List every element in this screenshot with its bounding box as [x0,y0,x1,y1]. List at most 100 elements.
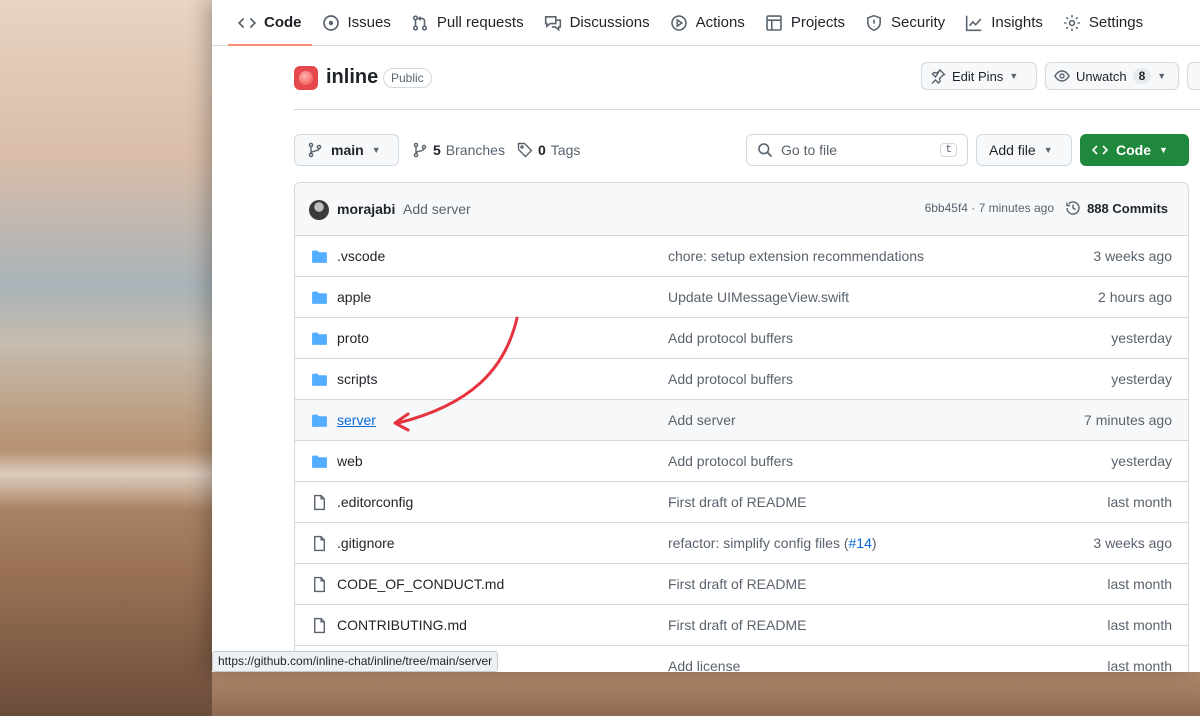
tab-label: Insights [991,14,1043,31]
table-icon [765,14,783,32]
tags-count: 0 [538,142,546,158]
file-name[interactable]: .editorconfig [337,494,413,510]
folder-icon [311,371,328,388]
file-name[interactable]: CODE_OF_CONDUCT.md [337,576,504,592]
go-to-file-input[interactable]: Go to file t [746,134,968,166]
table-row[interactable]: .editorconfig First draft of README last… [295,482,1188,523]
chevron-down-icon: ▼ [1159,145,1168,155]
branches-label: Branches [445,142,505,158]
pull-request-icon [411,14,429,32]
tab-insights[interactable]: Insights [955,0,1053,45]
tab-security[interactable]: Security [855,0,955,45]
commit-message[interactable]: Add server [668,412,736,428]
branch-icon [307,142,323,158]
fork-button-partial[interactable] [1187,62,1200,90]
tab-actions[interactable]: Actions [660,0,755,45]
commit-date: yesterday [1111,330,1172,346]
file-name[interactable]: CONTRIBUTING.md [337,617,467,633]
issue-icon [322,14,340,32]
commit-message-prefix: refactor: simplify config files ( [668,535,849,551]
discussion-icon [544,14,562,32]
tab-label: Security [891,14,946,31]
file-name[interactable]: .vscode [337,248,385,264]
repo-header: inline Public Edit Pins ▼ Unwatch 8 ▼ [294,62,1200,110]
file-icon [311,494,328,511]
branches-link[interactable]: 5 Branches [412,134,505,166]
tab-label: Projects [790,14,845,31]
tab-issues[interactable]: Issues [312,0,401,45]
commit-message[interactable]: Add protocol buffers [668,453,793,469]
table-row-hovered[interactable]: server Add server 7 minutes ago [295,400,1188,441]
unwatch-button[interactable]: Unwatch 8 ▼ [1045,62,1179,90]
tab-discussions[interactable]: Discussions [534,0,660,45]
commit-message[interactable]: refactor: simplify config files (#14) [668,535,877,551]
commit-message[interactable]: First draft of README [668,494,806,510]
folder-icon [311,412,328,429]
commit-message[interactable]: Add protocol buffers [668,330,793,346]
tab-code[interactable]: Code [228,0,312,46]
edit-pins-button[interactable]: Edit Pins ▼ [921,62,1037,90]
table-row[interactable]: web Add protocol buffers yesterday [295,441,1188,482]
file-icon [311,576,328,593]
file-icon [311,617,328,634]
commit-date: last month [1107,494,1172,510]
tab-label: Actions [695,14,745,31]
tab-pull-requests[interactable]: Pull requests [401,0,534,45]
commit-author[interactable]: morajabi [337,201,395,217]
branch-select[interactable]: main ▼ [294,134,399,166]
file-table: morajabi Add server 6bb45f4 · 7 minutes … [294,182,1189,672]
commit-date: last month [1107,617,1172,633]
tags-link[interactable]: 0 Tags [517,134,580,166]
commit-sha-time[interactable]: 6bb45f4 · 7 minutes ago [925,201,1054,215]
repo-avatar[interactable] [294,66,318,90]
folder-icon [311,248,328,265]
repo-name[interactable]: inline [326,66,378,89]
table-row[interactable]: proto Add protocol buffers yesterday [295,318,1188,359]
file-name[interactable]: web [337,453,363,469]
tab-projects[interactable]: Projects [755,0,855,45]
commit-message[interactable]: Add license [668,658,740,672]
folder-icon [311,453,328,470]
code-icon [238,14,256,32]
tag-icon [517,142,533,158]
search-icon [757,142,773,158]
unwatch-label: Unwatch [1076,68,1127,84]
commit-message[interactable]: Add protocol buffers [668,371,793,387]
commit-date: 3 weeks ago [1093,248,1172,264]
tab-settings[interactable]: Settings [1053,0,1153,45]
tab-label: Issues [347,14,391,31]
file-name[interactable]: apple [337,289,371,305]
code-button[interactable]: Code ▼ [1080,134,1189,166]
eye-icon [1054,68,1070,84]
commit-message[interactable]: Add server [403,201,471,217]
commits-count: 888 Commits [1087,200,1168,216]
table-row[interactable]: apple Update UIMessageView.swift 2 hours… [295,277,1188,318]
commit-message[interactable]: Update UIMessageView.swift [668,289,849,305]
commit-date: yesterday [1111,453,1172,469]
commit-date: yesterday [1111,371,1172,387]
chevron-down-icon: ▼ [1157,71,1167,81]
table-row[interactable]: CONTRIBUTING.md First draft of README la… [295,605,1188,646]
commit-message[interactable]: chore: setup extension recommendations [668,248,924,264]
repo-nav: Code Issues Pull requests Discussions Ac… [212,0,1200,46]
add-file-button[interactable]: Add file ▼ [976,134,1072,166]
table-row[interactable]: .gitignore refactor: simplify config fil… [295,523,1188,564]
status-bar-url: https://github.com/inline-chat/inline/tr… [212,651,499,672]
table-row[interactable]: .vscode chore: setup extension recommend… [295,236,1188,277]
tab-label: Code [264,14,302,31]
file-name[interactable]: .gitignore [337,535,395,551]
file-toolbar: main ▼ 5 Branches 0 Tags Go to file t Ad… [294,134,1200,166]
file-name[interactable]: proto [337,330,369,346]
file-name[interactable]: scripts [337,371,377,387]
table-row[interactable]: scripts Add protocol buffers yesterday [295,359,1188,400]
pr-link[interactable]: #14 [849,535,872,551]
code-label: Code [1116,142,1151,158]
avatar[interactable] [309,200,329,220]
commit-message[interactable]: First draft of README [668,617,806,633]
commit-message[interactable]: First draft of README [668,576,806,592]
gear-icon [1063,14,1081,32]
file-name-link[interactable]: server [337,412,376,428]
watch-count: 8 [1132,68,1152,84]
commits-link[interactable]: 888 Commits [1065,200,1168,216]
table-row[interactable]: CODE_OF_CONDUCT.md First draft of README… [295,564,1188,605]
